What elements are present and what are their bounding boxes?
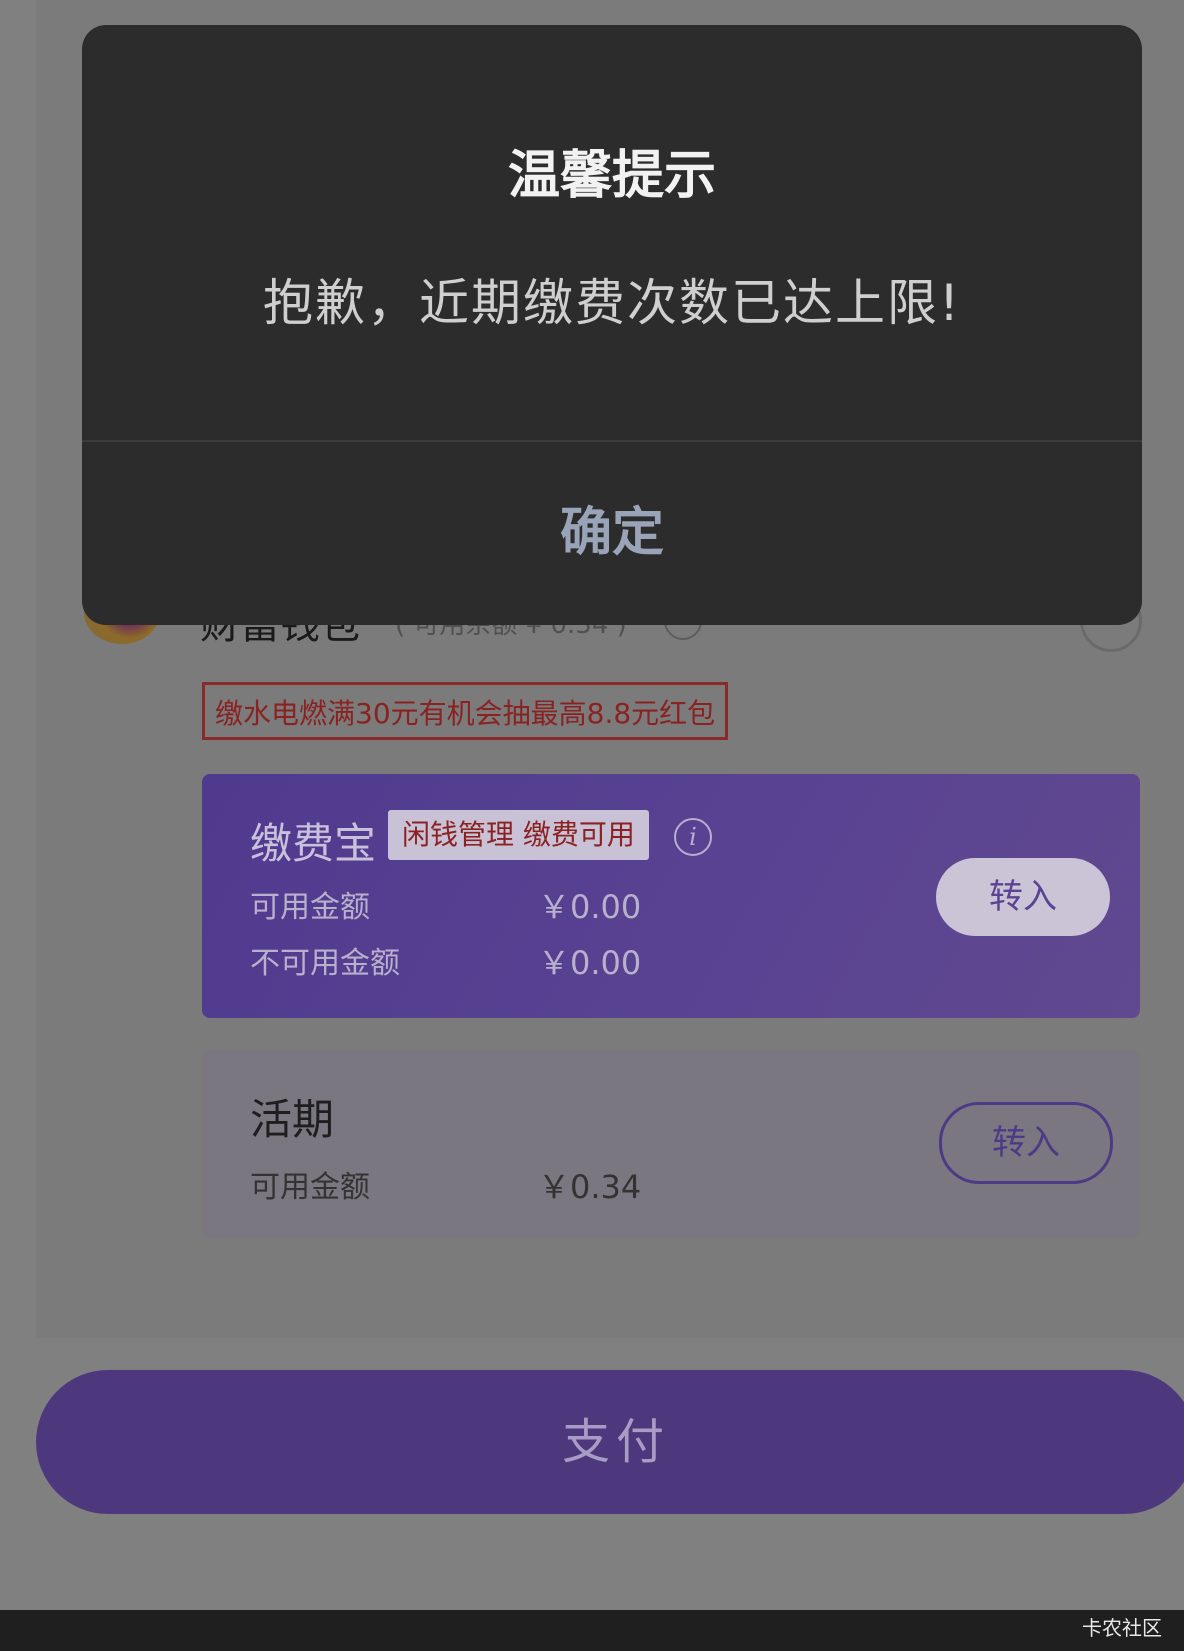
huoqi-available-label: 可用金额 (250, 1170, 370, 1205)
bottom-bar (0, 1610, 1184, 1651)
info-icon[interactable]: i (674, 818, 712, 856)
jiaofeibao-tag: 闲钱管理 缴费可用 (388, 810, 649, 860)
unavailable-label: 不可用金额 (250, 946, 400, 981)
promo-banner: 缴水电燃满30元有机会抽最高8.8元红包 (202, 682, 729, 740)
huoqi-transfer-button[interactable]: 转入 (939, 1102, 1113, 1184)
dialog-message: 抱歉，近期缴费次数已达上限! (262, 274, 962, 332)
jiaofeibao-title: 缴费宝 (250, 819, 377, 868)
huoqi-card: 活期 可用金额 ￥0.34 转入 (202, 1050, 1140, 1238)
pay-button[interactable]: 支付 (36, 1370, 1184, 1514)
jiaofeibao-transfer-button[interactable]: 转入 (936, 858, 1110, 936)
jiaofeibao-card: 缴费宝 闲钱管理 缴费可用 i 可用金额 ￥0.00 不可用金额 ￥0.00 转… (202, 774, 1140, 1018)
payment-page: 财富钱包 ( 可用余额 ¥ 0.34 ) 缴水电燃满30元有机会抽最高8.8元红… (0, 0, 1184, 1651)
available-value: ￥0.00 (538, 888, 642, 926)
alert-dialog: 温馨提示 抱歉，近期缴费次数已达上限! 确定 (82, 25, 1142, 625)
available-label: 可用金额 (250, 890, 370, 925)
huoqi-title: 活期 (250, 1095, 335, 1144)
huoqi-available-value: ￥0.34 (538, 1168, 642, 1206)
watermark: 卡农社区 (1082, 1616, 1162, 1640)
unavailable-value: ￥0.00 (538, 944, 642, 982)
dialog-title: 温馨提示 (507, 146, 716, 206)
confirm-button[interactable]: 确定 (82, 442, 1142, 625)
